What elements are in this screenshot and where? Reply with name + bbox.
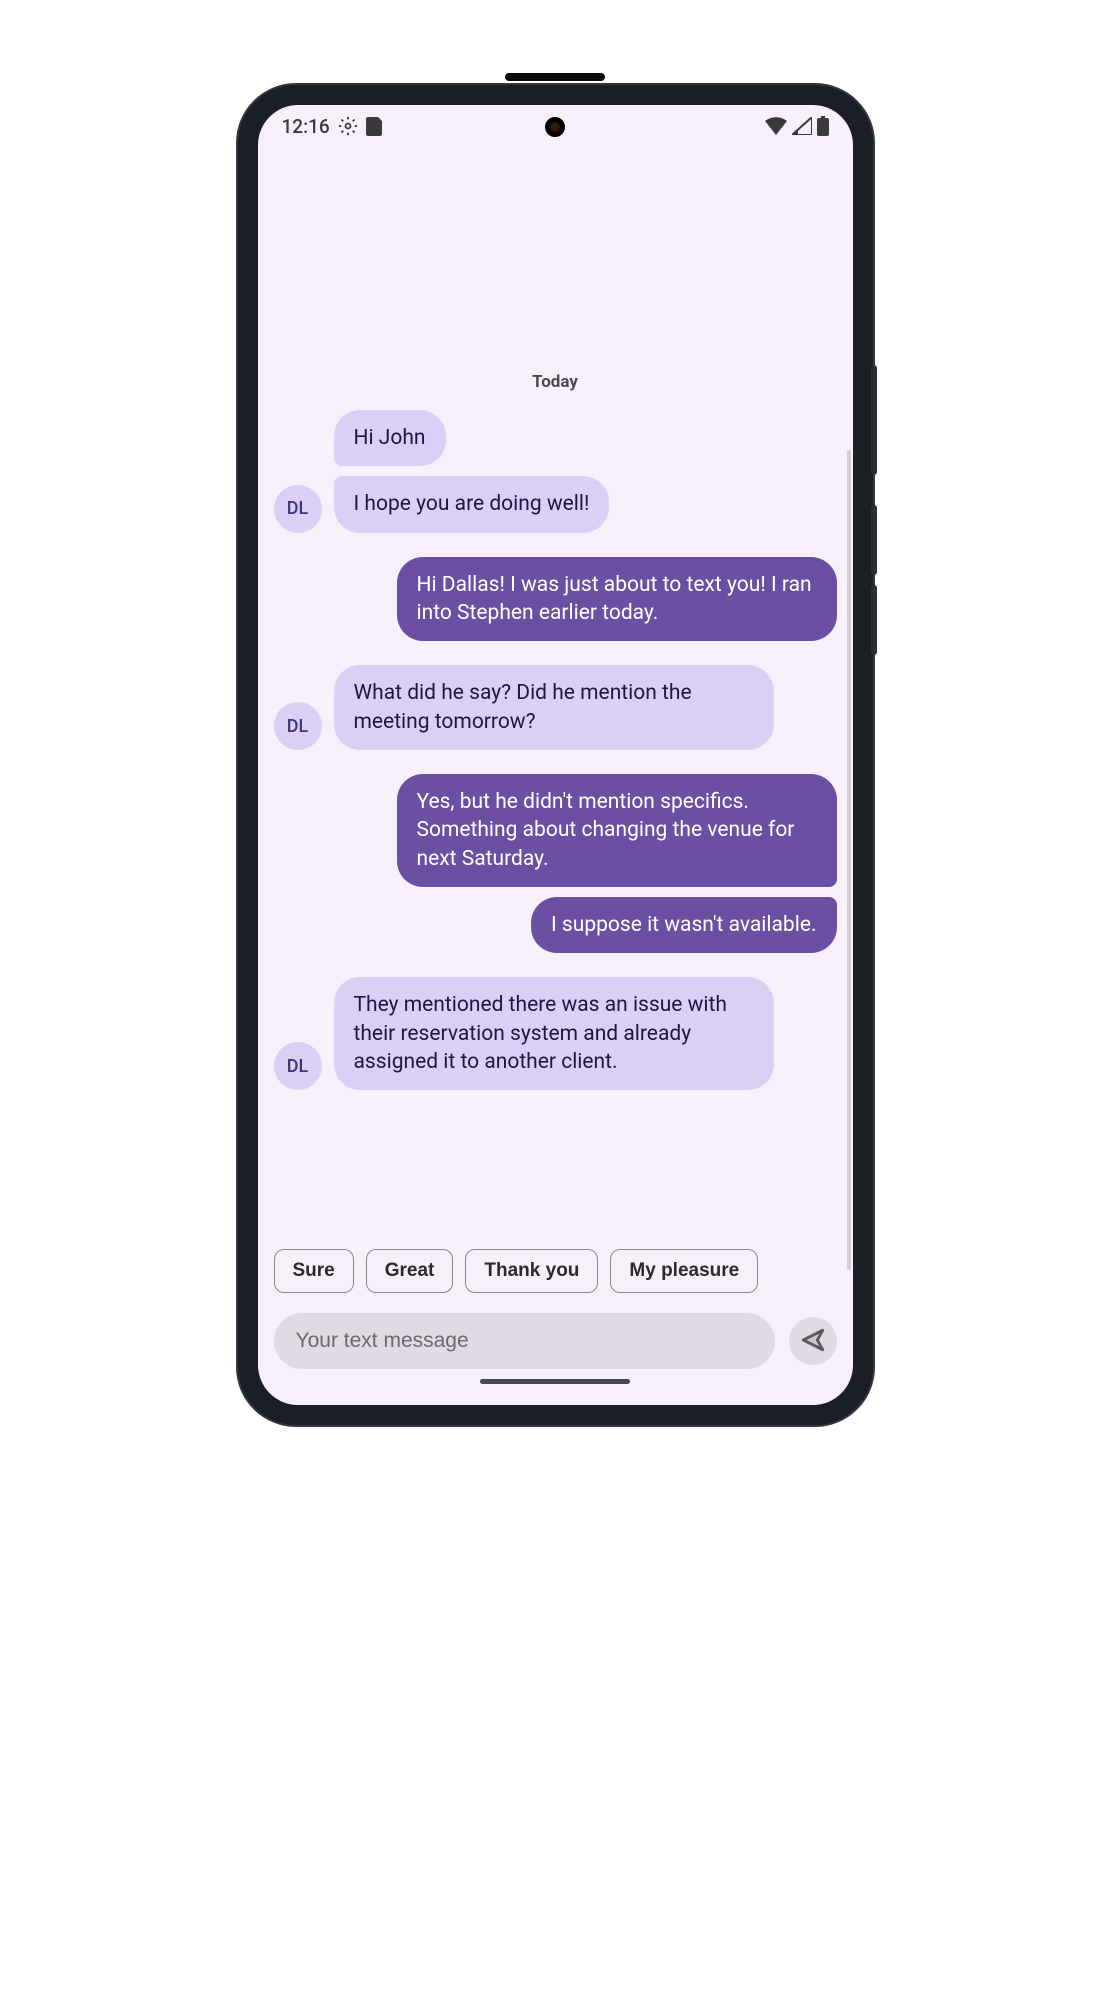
message-row: Hi John [274, 410, 837, 466]
volume-down-button [871, 585, 877, 655]
scrollbar[interactable] [847, 450, 851, 1270]
message-input[interactable] [274, 1313, 775, 1369]
power-button [871, 365, 877, 475]
phone-frame: 12:16 [238, 85, 873, 1425]
message-bubble-outgoing[interactable]: I suppose it wasn't available. [531, 897, 837, 953]
message-bubble-incoming[interactable]: What did he say? Did he mention the meet… [334, 665, 774, 750]
input-bar [258, 1303, 853, 1379]
contact-avatar[interactable]: DL [274, 485, 322, 533]
date-divider: Today [274, 372, 837, 392]
settings-icon [338, 116, 358, 136]
sd-card-icon [366, 117, 382, 136]
message-bubble-incoming[interactable]: Hi John [334, 410, 446, 466]
contact-avatar[interactable]: DL [274, 1042, 322, 1090]
message-row: DL They mentioned there was an issue wit… [274, 977, 837, 1090]
suggestion-chip[interactable]: Sure [274, 1249, 354, 1293]
signal-icon [792, 117, 812, 135]
message-bubble-outgoing[interactable]: Yes, but he didn't mention specifics. So… [397, 774, 837, 887]
contact-avatar[interactable]: DL [274, 702, 322, 750]
status-time: 12:16 [282, 115, 330, 138]
wifi-icon [765, 117, 787, 135]
suggestion-chip[interactable]: My pleasure [610, 1249, 758, 1293]
send-icon [800, 1327, 826, 1356]
message-bubble-incoming[interactable]: They mentioned there was an issue with t… [334, 977, 774, 1090]
chat-container[interactable]: Today Hi John DL I hope you are doing we… [258, 147, 853, 1239]
navigation-bar[interactable] [258, 1379, 853, 1405]
volume-up-button [871, 505, 877, 575]
phone-screen: 12:16 [258, 105, 853, 1405]
suggestion-chip[interactable]: Great [366, 1249, 454, 1293]
send-button[interactable] [789, 1317, 837, 1365]
battery-icon [817, 116, 829, 136]
message-row: DL What did he say? Did he mention the m… [274, 665, 837, 750]
message-row: DL I hope you are doing well! [274, 476, 837, 532]
message-row: I suppose it wasn't available. [274, 897, 837, 953]
front-camera [545, 117, 565, 137]
nav-indicator[interactable] [480, 1379, 630, 1384]
message-bubble-outgoing[interactable]: Hi Dallas! I was just about to text you!… [397, 557, 837, 642]
suggestion-bar: Sure Great Thank you My pleasure [258, 1239, 853, 1303]
message-row: Hi Dallas! I was just about to text you!… [274, 557, 837, 642]
message-bubble-incoming[interactable]: I hope you are doing well! [334, 476, 610, 532]
message-row: Yes, but he didn't mention specifics. So… [274, 774, 837, 887]
suggestion-chip[interactable]: Thank you [465, 1249, 598, 1293]
status-right [765, 116, 829, 136]
status-left: 12:16 [282, 115, 382, 138]
phone-earpiece [505, 73, 605, 81]
